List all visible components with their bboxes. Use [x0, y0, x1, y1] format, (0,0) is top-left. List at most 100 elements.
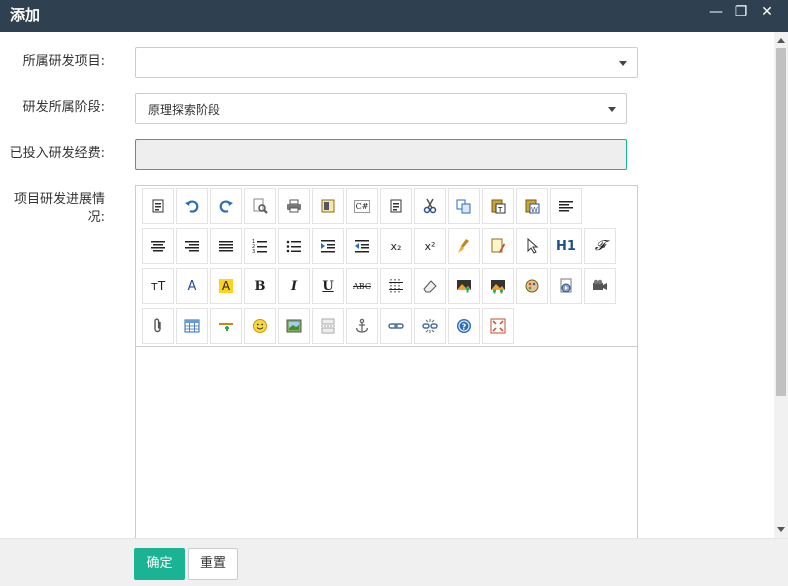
attachment-icon — [150, 318, 166, 334]
source-button[interactable] — [142, 188, 174, 224]
paste-word-button[interactable]: W — [516, 188, 548, 224]
unlink-icon — [422, 318, 438, 334]
link-button[interactable] — [380, 308, 412, 344]
progress-label: 项目研发进展情 况: — [0, 191, 105, 227]
font-name-button[interactable]: 𝓕 — [584, 228, 616, 264]
paste-icon — [388, 198, 404, 214]
close-icon[interactable]: ✕ — [757, 4, 777, 20]
cursor-icon — [524, 238, 540, 254]
hr-button[interactable] — [210, 308, 242, 344]
copy-icon — [456, 198, 472, 214]
editor-body[interactable] — [136, 347, 637, 538]
media-icon — [558, 278, 574, 294]
copy-button[interactable] — [448, 188, 480, 224]
restore-icon[interactable]: ❐ — [731, 4, 751, 20]
subscript-button[interactable]: x₂ — [380, 228, 412, 264]
confirm-button[interactable]: 确定 — [134, 548, 185, 580]
hr-icon — [218, 318, 234, 334]
emoticon-button[interactable] — [244, 308, 276, 344]
highlight-button[interactable]: A — [210, 268, 242, 304]
source-icon — [150, 198, 166, 214]
media-button[interactable] — [550, 268, 582, 304]
align-right-button[interactable] — [176, 228, 208, 264]
font-size-icon: тT — [150, 279, 166, 293]
unordered-list-button[interactable] — [278, 228, 310, 264]
clear-format-button[interactable] — [448, 228, 480, 264]
redo-icon — [218, 198, 234, 214]
project-select[interactable] — [135, 47, 638, 78]
select-all-button[interactable] — [482, 228, 514, 264]
redo-button[interactable] — [210, 188, 242, 224]
stage-select[interactable]: 原理探索阶段 — [135, 93, 627, 124]
justify-button[interactable] — [210, 228, 242, 264]
page-break-icon — [320, 318, 336, 334]
italic-button[interactable]: I — [278, 268, 310, 304]
eraser-button[interactable] — [414, 268, 446, 304]
strikethrough-button[interactable]: ABC — [346, 268, 378, 304]
subscript-icon: x₂ — [390, 239, 402, 253]
unordered-list-icon — [286, 238, 302, 254]
heading-button[interactable]: H1 — [550, 228, 582, 264]
align-left-button[interactable] — [550, 188, 582, 224]
italic-icon: I — [290, 278, 298, 294]
flash-button[interactable] — [516, 268, 548, 304]
reset-button[interactable]: 重置 — [188, 548, 238, 580]
scroll-up-icon[interactable] — [777, 38, 785, 43]
font-color-button[interactable]: A — [176, 268, 208, 304]
font-size-button[interactable]: тT — [142, 268, 174, 304]
undo-button[interactable] — [176, 188, 208, 224]
svg-text:W: W — [531, 206, 538, 214]
eraser-icon — [422, 278, 438, 294]
help-button[interactable]: ? — [448, 308, 480, 344]
flash-icon — [524, 278, 540, 294]
undo-icon — [184, 198, 200, 214]
cut-button[interactable] — [414, 188, 446, 224]
scroll-down-icon[interactable] — [777, 527, 785, 532]
paste-button[interactable] — [380, 188, 412, 224]
superscript-button[interactable]: x² — [414, 228, 446, 264]
unlink-button[interactable] — [414, 308, 446, 344]
minimize-icon[interactable]: — — [706, 4, 726, 20]
paste-text-button[interactable]: T — [482, 188, 514, 224]
indent-icon — [320, 238, 336, 254]
image-icon — [456, 278, 472, 294]
table-icon — [184, 318, 200, 334]
page-break-button[interactable] — [312, 308, 344, 344]
scroll-thumb[interactable] — [776, 48, 786, 396]
cursor-button[interactable] — [516, 228, 548, 264]
clear-format-icon — [456, 238, 472, 254]
help-icon: ? — [456, 318, 472, 334]
outdent-button[interactable] — [346, 228, 378, 264]
align-right-icon — [184, 238, 200, 254]
window-title: 添加 — [10, 6, 41, 24]
fullscreen-button[interactable] — [482, 308, 514, 344]
baidu-map-button[interactable] — [278, 308, 310, 344]
expense-label: 已投入研发经费: — [9, 146, 105, 161]
code-button[interactable]: C# — [346, 188, 378, 224]
expense-input[interactable] — [135, 139, 627, 170]
anchor-button[interactable] — [346, 308, 378, 344]
print-icon — [286, 198, 302, 214]
table-button[interactable] — [176, 308, 208, 344]
ordered-list-button[interactable]: 123 — [244, 228, 276, 264]
select-all-icon — [490, 238, 506, 254]
underline-button[interactable]: U — [312, 268, 344, 304]
image-button[interactable] — [448, 268, 480, 304]
chevron-down-icon — [608, 107, 616, 112]
bold-button[interactable]: B — [244, 268, 276, 304]
print-button[interactable] — [278, 188, 310, 224]
preview-button[interactable] — [244, 188, 276, 224]
emoticon-icon — [252, 318, 268, 334]
template-button[interactable] — [312, 188, 344, 224]
anchor-icon — [354, 318, 370, 334]
preview-icon — [252, 198, 268, 214]
align-center-button[interactable] — [142, 228, 174, 264]
vertical-scrollbar[interactable] — [774, 32, 788, 538]
multi-image-button[interactable] — [482, 268, 514, 304]
outdent-icon — [354, 238, 370, 254]
attachment-button[interactable] — [142, 308, 174, 344]
indent-button[interactable] — [312, 228, 344, 264]
video-button[interactable] — [584, 268, 616, 304]
progress-label-line1: 项目研发进展情 — [13, 192, 105, 207]
line-height-button[interactable] — [380, 268, 412, 304]
